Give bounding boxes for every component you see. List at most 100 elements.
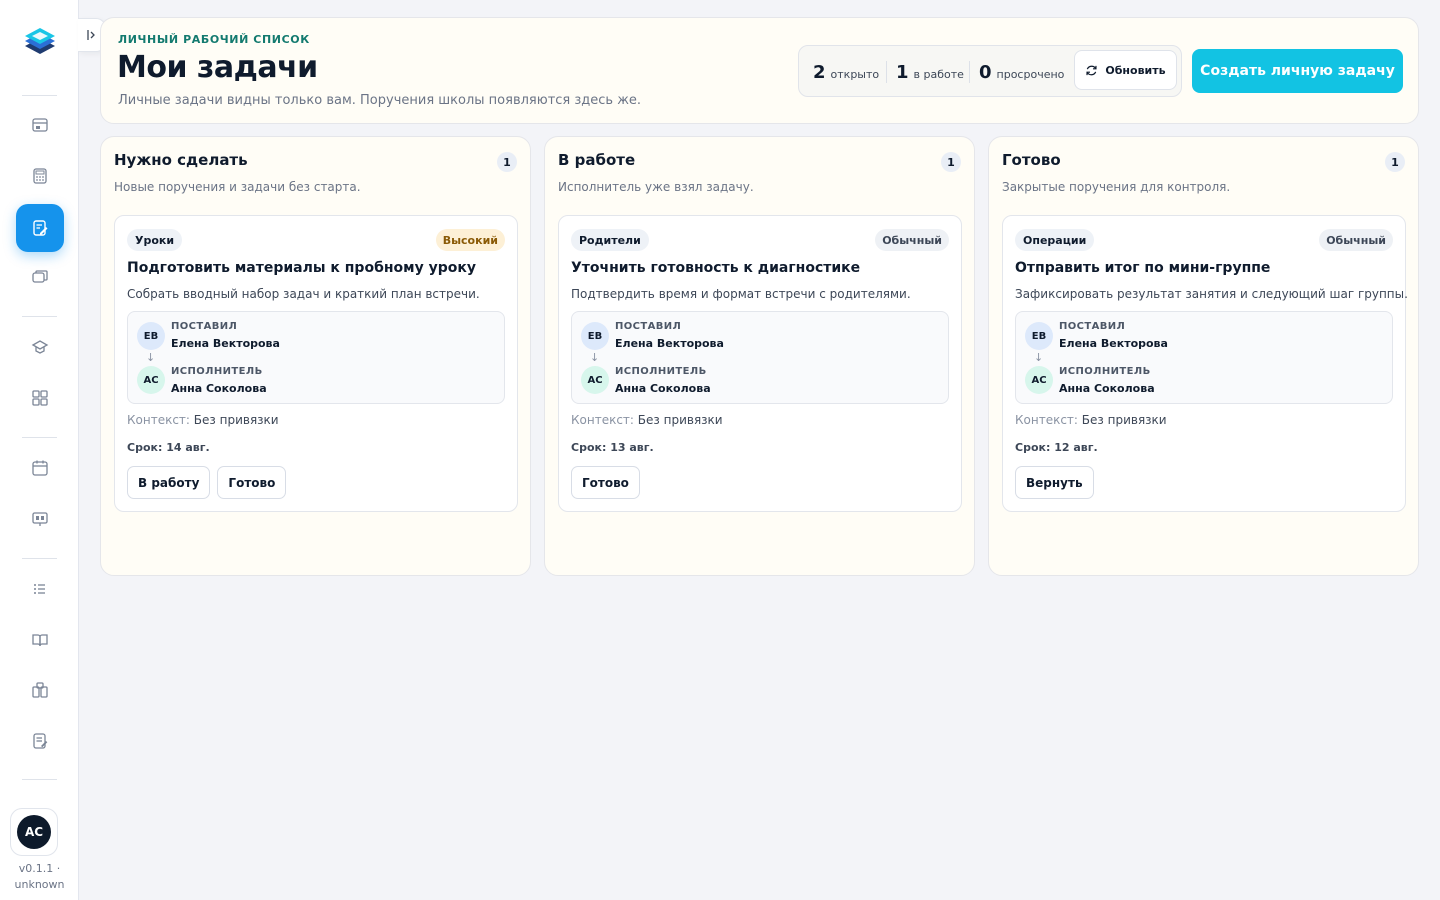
assignee-name: Анна Соколова [615, 382, 711, 395]
assigner-name: Елена Векторова [171, 337, 280, 350]
calendar-icon [32, 460, 48, 476]
stat-overdue-value: 0 [979, 62, 992, 83]
column-title: В работе [558, 151, 636, 169]
task-people: ЕВ ↓ АС Поставил Елена Векторова Исполни… [1015, 311, 1393, 404]
nav-library[interactable] [16, 666, 64, 714]
column-title: Готово [1002, 151, 1061, 169]
task-context: Контекст: Без привязки [571, 413, 723, 427]
task-description: Подтвердить время и формат встречи с род… [571, 287, 911, 301]
sidebar-divider [22, 779, 57, 780]
nav-groups[interactable] [16, 374, 64, 422]
assigner-role: Поставил [615, 321, 682, 332]
task-tag: Родители [571, 229, 649, 251]
nav-calendar[interactable] [16, 444, 64, 492]
assigner-avatar: ЕВ [1025, 322, 1053, 350]
reopen-button[interactable]: Вернуть [1015, 466, 1094, 499]
stat-overdue: 0 просрочено [979, 62, 1064, 83]
task-title: Отправить итог по мини-группе [1015, 260, 1271, 276]
column-description: Закрытые поручения для контроля. [1002, 180, 1231, 194]
stat-in-progress-value: 1 [896, 62, 909, 83]
assignee-role: Исполнитель [171, 366, 263, 377]
user-menu[interactable]: AC [10, 808, 58, 856]
context-key: Контекст: [571, 413, 634, 427]
app-logo[interactable] [20, 24, 60, 64]
calculator-icon [33, 168, 47, 184]
school-icon [31, 340, 49, 354]
column-count-badge: 1 [941, 152, 961, 172]
assigner-avatar: ЕВ [581, 322, 609, 350]
start-work-button[interactable]: В работу [127, 466, 211, 499]
page-subtitle: Личные задачи видны только вам. Поручени… [118, 93, 642, 108]
context-value: Без привязки [193, 413, 279, 427]
stat-open-value: 2 [813, 62, 826, 83]
version-number: v0.1.1 · [18, 862, 61, 875]
assigner-role: Поставил [171, 321, 238, 332]
arrow-down-icon: ↓ [1034, 351, 1044, 364]
task-edit-icon [33, 220, 48, 236]
task-title: Уточнить готовность к диагностике [571, 260, 861, 276]
nav-board[interactable] [16, 495, 64, 543]
sidebar-divider [22, 95, 57, 96]
column-description: Новые поручения и задачи без старта. [114, 180, 361, 194]
dashboard-icon [32, 118, 48, 132]
page-title: Мои задачи [117, 50, 318, 85]
sidebar-divider [22, 437, 57, 438]
context-key: Контекст: [127, 413, 190, 427]
task-deadline: Срок: 14 авг. [127, 441, 210, 454]
assignee-role: Исполнитель [1059, 366, 1151, 377]
column-todo: Нужно сделать 1 Новые поручения и задачи… [100, 136, 531, 576]
stat-open: 2 открыто [813, 62, 879, 83]
sidebar-expand-icon [86, 30, 95, 40]
mark-done-button[interactable]: Готово [217, 466, 287, 499]
task-card[interactable]: Родители Обычный Уточнить готовность к д… [558, 215, 962, 512]
task-people: ЕВ ↓ АС Поставил Елена Векторова Исполни… [127, 311, 505, 404]
mark-done-button[interactable]: Готово [571, 466, 640, 499]
assigner-role: Поставил [1059, 321, 1126, 332]
column-count-badge: 1 [1385, 152, 1405, 172]
priority-badge: Высокий [435, 229, 505, 251]
nav-my-tasks[interactable] [16, 204, 64, 252]
nav-calculator[interactable] [16, 152, 64, 200]
assigner-avatar: ЕВ [137, 322, 165, 350]
chat-icon [32, 270, 48, 283]
task-deadline: Срок: 12 авг. [1015, 441, 1098, 454]
assignee-name: Анна Соколова [1059, 382, 1155, 395]
stat-in-progress: 1 в работе [896, 62, 964, 83]
library-icon [32, 682, 48, 698]
nav-chat[interactable] [16, 254, 64, 302]
nav-notes[interactable] [16, 717, 64, 765]
task-title: Подготовить материалы к пробному уроку [127, 260, 476, 276]
context-value: Без привязки [637, 413, 723, 427]
book-icon [32, 634, 48, 647]
task-card[interactable]: Уроки Высокий Подготовить материалы к пр… [114, 215, 518, 512]
column-description: Исполнитель уже взял задачу. [558, 180, 754, 194]
task-context: Контекст: Без привязки [1015, 413, 1167, 427]
stat-in-progress-label: в работе [913, 68, 964, 81]
nav-book[interactable] [16, 616, 64, 664]
refresh-button[interactable]: Обновить [1074, 50, 1177, 90]
assignee-avatar: АС [137, 366, 165, 394]
assignee-role: Исполнитель [615, 366, 707, 377]
page-header: Личный рабочий список Мои задачи Личные … [100, 17, 1419, 124]
create-task-button[interactable]: Создать личную задачу [1192, 49, 1403, 93]
arrow-down-icon: ↓ [590, 351, 600, 364]
priority-badge: Обычный [875, 229, 949, 251]
nav-dashboard[interactable] [16, 101, 64, 149]
app-version: v0.1.1 · unknown [0, 861, 79, 893]
sidebar: AC v0.1.1 · unknown [0, 0, 79, 900]
task-tag: Операции [1015, 229, 1095, 251]
nav-school[interactable] [16, 323, 64, 371]
column-count-badge: 1 [497, 152, 517, 172]
avatar: AC [17, 815, 51, 849]
version-label: unknown [14, 878, 65, 891]
assignee-avatar: АС [1025, 366, 1053, 394]
assignee-avatar: АС [581, 366, 609, 394]
task-deadline: Срок: 13 авг. [571, 441, 654, 454]
nav-list[interactable] [16, 565, 64, 613]
task-card[interactable]: Операции Обычный Отправить итог по мини-… [1002, 215, 1408, 512]
list-icon [34, 584, 45, 594]
task-people: ЕВ ↓ АС Поставил Елена Векторова Исполни… [571, 311, 949, 404]
stat-open-label: открыто [830, 68, 880, 81]
sidebar-divider [22, 316, 57, 317]
stat-overdue-label: просрочено [996, 68, 1065, 81]
